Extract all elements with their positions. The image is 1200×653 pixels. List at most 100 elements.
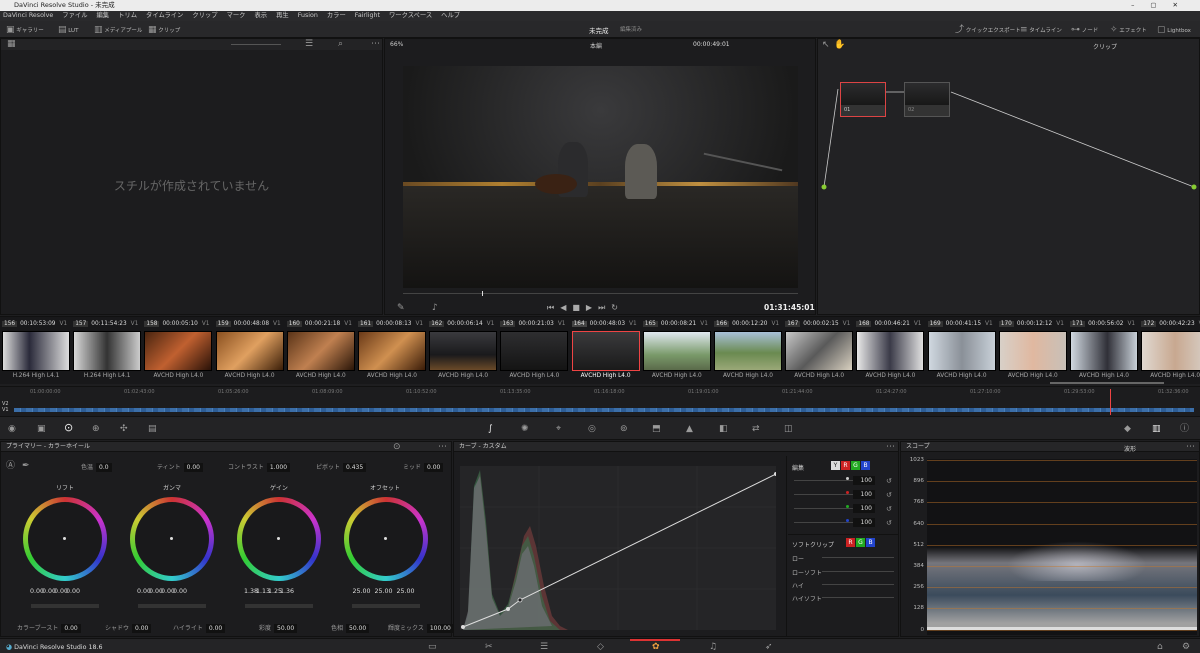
gallery-button[interactable]: ▣ ギャラリー [6, 25, 44, 35]
menu-item[interactable]: Fairlight [355, 12, 380, 19]
timeline-ruler[interactable]: 01:00:00:00 01:02:43:00 01:05:26:00 01:08:0… [0, 387, 1200, 396]
color-page-icon[interactable]: ✿ [652, 642, 660, 652]
rgb-mixer-icon[interactable]: ⊕ [92, 424, 100, 434]
highlights-field[interactable]: ハイライト 0.00 [173, 623, 226, 633]
reset-y-icon[interactable]: ↺ [886, 476, 892, 486]
menu-item[interactable]: DaVinci Resolve [3, 12, 53, 19]
channel-g-button[interactable]: G [851, 461, 860, 470]
menu-item[interactable]: ヘルプ [441, 12, 460, 19]
tint-value[interactable]: 0.00 [183, 463, 203, 472]
curve-b-slider[interactable] [794, 522, 854, 523]
shadows-field[interactable]: シャドウ 0.00 [105, 623, 152, 633]
lum-mix-field[interactable]: 輝度ミックス 100.00 [388, 623, 454, 633]
color-boost-value[interactable]: 0.00 [61, 624, 81, 633]
soft-clip-g-button[interactable]: G [856, 538, 865, 547]
clip-thumbnail[interactable] [571, 331, 640, 371]
scope-mode[interactable]: 波形 [1124, 444, 1136, 453]
media-pool-button[interactable]: ▥ メディアプール [94, 25, 142, 35]
viewer-mode[interactable]: 本編 [590, 41, 602, 50]
hue-field[interactable]: 色相 50.00 [331, 623, 370, 633]
scrubber-handle[interactable] [482, 291, 483, 296]
gamma-values[interactable]: 0.000.000.000.00 [137, 588, 187, 595]
soft-clip-r-button[interactable]: R [846, 538, 855, 547]
curve-y-value[interactable]: 100 [853, 476, 875, 485]
saturation-value[interactable]: 50.00 [274, 624, 298, 633]
panel-options-icon[interactable]: ⋯ [438, 442, 447, 452]
lift-master-wheel[interactable] [31, 604, 99, 608]
high-slider[interactable] [822, 584, 894, 585]
pivot-field[interactable]: ピボット 0.435 [316, 462, 367, 472]
media-page-icon[interactable]: ▭ [428, 642, 437, 652]
key-icon[interactable]: ◧ [719, 424, 728, 434]
gain-values[interactable]: 1.381.131.251.36 [244, 588, 294, 595]
deliver-page-icon[interactable]: ➶ [765, 642, 773, 652]
scope-options-icon[interactable]: ⋯ [1186, 442, 1195, 452]
menu-item[interactable]: 編集 [97, 12, 110, 19]
motion-effects-icon[interactable]: ✣ [120, 424, 128, 434]
curves-icon[interactable]: ∫ [488, 424, 493, 434]
zoom-level[interactable]: 66% [390, 41, 403, 48]
lut-button[interactable]: ▤ LUT [58, 25, 78, 35]
thumbnail-size-slider[interactable] [231, 44, 281, 45]
curve-g-value[interactable]: 100 [853, 504, 875, 513]
high-soft-slider[interactable] [822, 597, 894, 598]
menu-item[interactable]: ワークスペース [389, 12, 432, 19]
volume-icon[interactable]: ♪ [432, 303, 438, 313]
mid-detail-value[interactable]: 0.00 [424, 463, 444, 472]
effects-button[interactable]: ✧ エフェクト [1110, 25, 1147, 35]
temp-value[interactable]: 0.0 [96, 463, 112, 472]
clip-thumbnail[interactable] [856, 331, 925, 371]
sizing-icon[interactable]: ⇄ [752, 424, 760, 434]
home-icon[interactable]: ⌂ [1157, 642, 1163, 652]
grid-view-icon[interactable]: ▦ [7, 39, 16, 49]
fairlight-page-icon[interactable]: ♫ [709, 642, 717, 652]
clip-thumbnail[interactable] [73, 331, 142, 371]
lift-values[interactable]: 0.000.000.000.00 [30, 588, 80, 595]
curve-b-value[interactable]: 100 [853, 518, 875, 527]
color-wheels-icon[interactable]: ⊙ [64, 422, 73, 433]
curve-channel-buttons[interactable]: YRGB [831, 461, 871, 470]
keyframes-icon[interactable]: ◆ [1124, 424, 1131, 434]
3d-icon[interactable]: ◫ [784, 424, 793, 434]
clip-thumbnail[interactable] [785, 331, 854, 371]
gamma-master-wheel[interactable] [138, 604, 206, 608]
clip-thumbnail[interactable] [1070, 331, 1138, 371]
low-slider[interactable] [822, 557, 894, 558]
channel-b-button[interactable]: B [861, 461, 870, 470]
menu-item[interactable]: クリップ [192, 12, 217, 19]
clips-button[interactable]: ▦ クリップ [148, 25, 180, 35]
clip-thumbnail[interactable] [144, 331, 213, 371]
contrast-field[interactable]: コントラスト 1.000 [228, 462, 291, 472]
menu-item[interactable]: カラー [327, 12, 346, 19]
clip-thumbnail[interactable] [1141, 331, 1200, 371]
clip-thumbnail[interactable] [429, 331, 498, 371]
window-controls[interactable]: –▢✕ [1131, 0, 1194, 11]
transport-controls[interactable]: ⏮◀■▶⏭↻ [547, 303, 624, 313]
scrubber-track[interactable] [403, 293, 798, 294]
nodes-button[interactable]: ⊶ ノード [1071, 25, 1098, 35]
reset-r-icon[interactable]: ↺ [886, 490, 892, 500]
quick-export-button[interactable]: ⤴ クイックエクスポート [955, 25, 1021, 35]
soft-clip-b-button[interactable]: B [866, 538, 875, 547]
soft-clip-channels[interactable]: RGB [846, 538, 876, 547]
mini-timeline[interactable]: 01:00:00:00 01:02:43:00 01:05:26:00 01:08:0… [0, 386, 1200, 416]
hue-value[interactable]: 50.00 [346, 624, 370, 633]
gain-master-wheel[interactable] [245, 604, 313, 608]
auto-balance-icon[interactable]: Ⓐ [6, 461, 15, 471]
settings-icon[interactable]: ⚙ [1182, 642, 1190, 652]
saturation-field[interactable]: 彩度 50.00 [259, 623, 298, 633]
timecode-top[interactable]: 00:00:49:01 [693, 41, 730, 48]
blur-icon[interactable]: ▲ [686, 424, 693, 434]
cut-page-icon[interactable]: ✂ [485, 642, 493, 652]
curve-g-slider[interactable] [794, 508, 854, 509]
color-warper-icon[interactable]: ✺ [521, 424, 529, 434]
menu-item[interactable]: タイムライン [146, 12, 183, 19]
v1-track-clips[interactable] [14, 408, 1194, 412]
curve-r-value[interactable]: 100 [853, 490, 875, 499]
curve-r-slider[interactable] [794, 494, 854, 495]
menu-item[interactable]: 再生 [276, 12, 289, 19]
contrast-value[interactable]: 1.000 [266, 463, 291, 472]
offset-master-wheel[interactable] [352, 604, 420, 608]
magic-mask-icon[interactable]: ⬒ [652, 424, 661, 434]
reset-b-icon[interactable]: ↺ [886, 518, 892, 528]
